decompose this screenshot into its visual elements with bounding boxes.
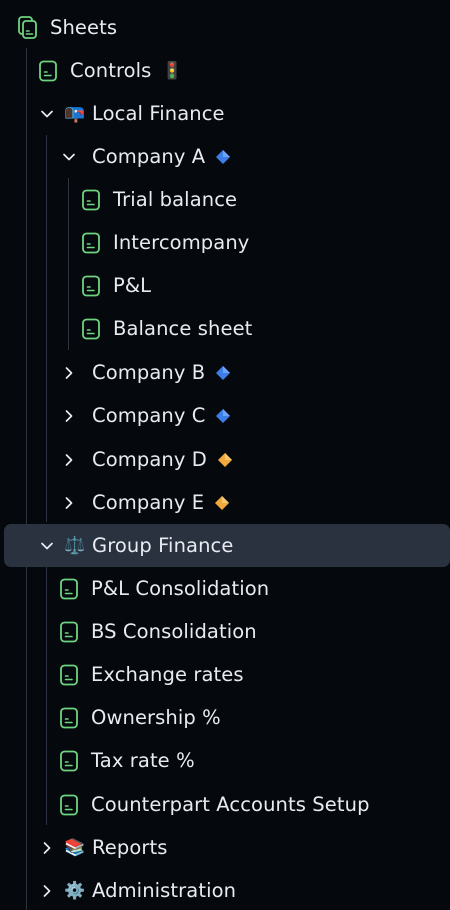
sheets-tree: Sheets Controls 🚦 📭 Local Finance Compan…: [0, 0, 450, 910]
tree-item-tax-rate[interactable]: Tax rate %: [0, 739, 450, 782]
tree-item-label: Administration: [92, 879, 237, 902]
orange-diamond-icon: [217, 452, 232, 467]
tree-folder-company-d[interactable]: Company D: [0, 438, 450, 481]
blue-diamond-icon: [216, 365, 231, 380]
sheet-icon: [60, 664, 78, 685]
blue-diamond-icon: [216, 149, 231, 164]
tree-item-label: Local Finance: [92, 102, 225, 125]
tree-item-label: P&L Consolidation: [91, 577, 270, 600]
tree-item-label: Intercompany: [113, 231, 250, 254]
tree-folder-administration[interactable]: ⚙️ Administration: [0, 869, 450, 910]
traffic-light-icon: 🚦: [161, 60, 183, 81]
sheet-icon: [60, 707, 78, 728]
tree-item-controls[interactable]: Controls 🚦: [0, 49, 450, 92]
tree-item-label: Exchange rates: [91, 663, 244, 686]
tree-item-label: Group Finance: [92, 534, 234, 557]
tree-item-label: P&L: [113, 274, 152, 297]
tree-item-label: Company D: [92, 448, 207, 471]
sheet-icon: [60, 621, 78, 642]
tree-item-label: Trial balance: [113, 188, 238, 211]
chevron-down-icon[interactable]: [40, 107, 54, 121]
sheet-icon: [82, 275, 100, 296]
tree-item-label: Company B: [92, 361, 206, 384]
scales-icon: ⚖️: [64, 535, 86, 556]
tree-item-label: Sheets: [50, 16, 118, 39]
books-icon: 📚: [64, 837, 86, 858]
sheet-icon: [82, 318, 100, 339]
tree-item-label: Company A: [92, 145, 206, 168]
tree-item-bs-consolidation[interactable]: BS Consolidation: [0, 610, 450, 653]
chevron-right-icon[interactable]: [62, 453, 76, 467]
tree-folder-reports[interactable]: 📚 Reports: [0, 826, 450, 869]
tree-item-counterpart-accounts-setup[interactable]: Counterpart Accounts Setup: [0, 783, 450, 826]
gear-icon: ⚙️: [64, 880, 86, 901]
chevron-down-icon[interactable]: [40, 539, 54, 553]
tree-folder-company-c[interactable]: Company C: [0, 394, 450, 437]
tree-item-label: Reports: [92, 836, 168, 859]
tree-item-label: Ownership %: [91, 706, 221, 729]
chevron-right-icon[interactable]: [40, 841, 54, 855]
sheets-icon: [18, 15, 37, 39]
mailbox-icon: 📭: [64, 103, 86, 124]
tree-item-trial-balance[interactable]: Trial balance: [0, 178, 450, 221]
tree-item-label: BS Consolidation: [91, 620, 257, 643]
tree-folder-company-b[interactable]: Company B: [0, 351, 450, 394]
tree-item-intercompany[interactable]: Intercompany: [0, 221, 450, 264]
tree-folder-group-finance[interactable]: ⚖️ Group Finance: [0, 524, 450, 567]
orange-diamond-icon: [215, 495, 230, 510]
tree-item-label: Counterpart Accounts Setup: [91, 793, 370, 816]
tree-item-exchange-rates[interactable]: Exchange rates: [0, 653, 450, 696]
tree-item-pl[interactable]: P&L: [0, 264, 450, 307]
sheet-icon: [60, 750, 78, 771]
sheet-icon: [60, 794, 78, 815]
tree-folder-company-a[interactable]: Company A: [0, 135, 450, 178]
tree-item-pl-consolidation[interactable]: P&L Consolidation: [0, 567, 450, 610]
sheet-icon: [39, 60, 57, 81]
chevron-right-icon[interactable]: [62, 366, 76, 380]
tree-item-label: Controls: [70, 59, 152, 82]
tree-item-balance-sheet[interactable]: Balance sheet: [0, 307, 450, 350]
blue-diamond-icon: [216, 408, 231, 423]
tree-item-ownership[interactable]: Ownership %: [0, 696, 450, 739]
tree-item-label: Company C: [92, 404, 206, 427]
chevron-right-icon[interactable]: [40, 884, 54, 898]
sheet-icon: [60, 578, 78, 599]
tree-folder-local-finance[interactable]: 📭 Local Finance: [0, 92, 450, 135]
chevron-right-icon[interactable]: [62, 409, 76, 423]
sheet-icon: [82, 232, 100, 253]
chevron-right-icon[interactable]: [62, 496, 76, 510]
tree-item-label: Tax rate %: [91, 749, 195, 772]
tree-folder-company-e[interactable]: Company E: [0, 481, 450, 524]
tree-root-sheets[interactable]: Sheets: [0, 6, 450, 49]
chevron-down-icon[interactable]: [62, 150, 76, 164]
tree-item-label: Company E: [92, 491, 205, 514]
tree-item-label: Balance sheet: [113, 317, 253, 340]
sheet-icon: [82, 189, 100, 210]
